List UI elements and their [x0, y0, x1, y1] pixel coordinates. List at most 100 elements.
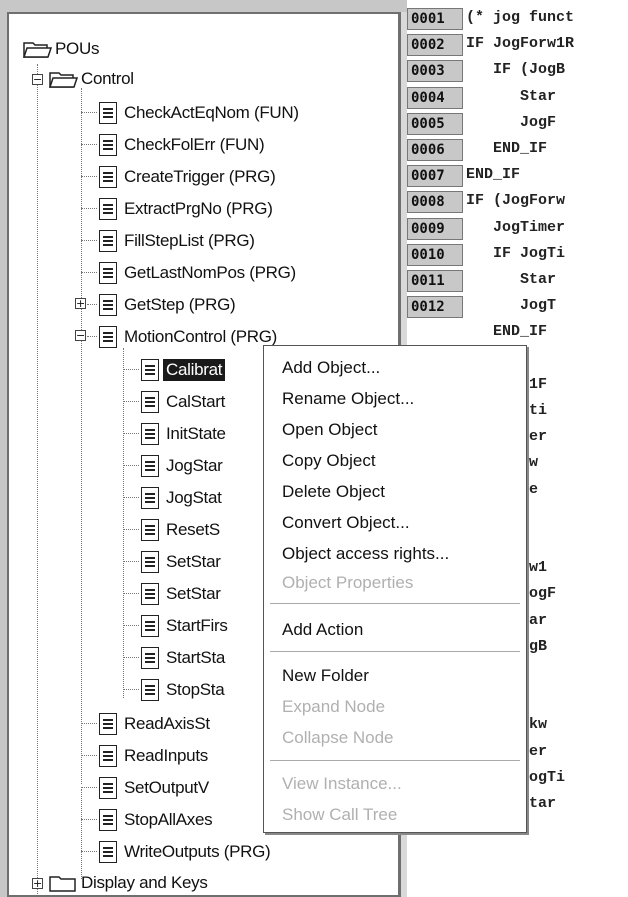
- code-line[interactable]: JogF: [466, 111, 556, 135]
- tree-item[interactable]: CheckActEqNom (FUN): [99, 100, 299, 126]
- document-icon: [99, 745, 117, 767]
- tree-item[interactable]: ReadAxisSt: [99, 711, 210, 737]
- line-number: 0007: [407, 165, 463, 187]
- open-folder-icon: [23, 40, 53, 58]
- code-line[interactable]: JogT: [466, 294, 556, 318]
- document-icon: [141, 679, 159, 701]
- menu-item-rename-object[interactable]: Rename Object...: [282, 389, 414, 409]
- collapse-toggle[interactable]: −: [32, 74, 43, 85]
- document-icon: [99, 777, 117, 799]
- document-icon: [141, 359, 159, 381]
- menu-item-object-properties[interactable]: Object Properties: [282, 573, 413, 593]
- tree-item[interactable]: StopAllAxes: [99, 807, 213, 833]
- tree-connector: [123, 625, 139, 626]
- tree-item[interactable]: GetLastNomPos (PRG): [99, 260, 296, 286]
- tree-item[interactable]: ExtractPrgNo (PRG): [99, 196, 273, 222]
- tree-connector: [81, 272, 97, 273]
- line-number: 0003: [407, 60, 463, 82]
- context-menu: Add Object... Rename Object... Open Obje…: [263, 345, 527, 833]
- tree-item[interactable]: ReadInputs: [99, 743, 208, 769]
- menu-item-new-folder[interactable]: New Folder: [282, 666, 369, 686]
- tree-connector: [81, 787, 97, 788]
- tree-item[interactable]: GetStep (PRG): [99, 292, 236, 318]
- menu-item-expand-node[interactable]: Expand Node: [282, 697, 385, 717]
- menu-item-collapse-node[interactable]: Collapse Node: [282, 728, 394, 748]
- tree-item[interactable]: FillStepList (PRG): [99, 228, 255, 254]
- tree-item[interactable]: CreateTrigger (PRG): [99, 164, 276, 190]
- tree-connector: [81, 851, 97, 852]
- line-number: 0005: [407, 113, 463, 135]
- menu-item-add-object[interactable]: Add Object...: [282, 358, 380, 378]
- menu-item-add-action[interactable]: Add Action: [282, 620, 363, 640]
- document-icon: [141, 423, 159, 445]
- tree-connector: [123, 689, 139, 690]
- tree-connector: [81, 176, 97, 177]
- menu-item-show-call-tree[interactable]: Show Call Tree: [282, 805, 397, 825]
- menu-item-view-instance[interactable]: View Instance...: [282, 774, 402, 794]
- document-icon: [99, 713, 117, 735]
- tree-connector: [81, 144, 97, 145]
- code-line[interactable]: IF (JogB: [466, 58, 565, 82]
- tree-item[interactable]: WriteOutputs (PRG): [99, 839, 271, 865]
- line-number: 0011: [407, 270, 463, 292]
- code-line[interactable]: IF JogForw1R: [466, 32, 574, 56]
- document-icon: [141, 455, 159, 477]
- code-line[interactable]: Star: [466, 85, 556, 109]
- tree-action-item[interactable]: ResetS: [141, 517, 220, 543]
- menu-item-object-access-rights[interactable]: Object access rights...: [282, 544, 449, 564]
- tree-folder-control[interactable]: Control: [49, 66, 134, 92]
- document-icon: [141, 551, 159, 573]
- tree-item[interactable]: SetOutputV: [99, 775, 209, 801]
- menu-item-delete-object[interactable]: Delete Object: [282, 482, 385, 502]
- document-icon: [141, 391, 159, 413]
- code-line[interactable]: IF (JogForw: [466, 189, 565, 213]
- line-number: 0002: [407, 34, 463, 56]
- document-icon: [99, 166, 117, 188]
- expand-toggle[interactable]: +: [32, 878, 43, 889]
- expand-toggle[interactable]: +: [75, 298, 86, 309]
- tree-item-motioncontrol[interactable]: MotionControl (PRG): [99, 324, 277, 350]
- tree-folder-display[interactable]: Display and Keys: [49, 870, 208, 895]
- tree-action-item[interactable]: StartSta: [141, 645, 225, 671]
- document-icon: [141, 647, 159, 669]
- tree-action-item[interactable]: CalStart: [141, 389, 225, 415]
- tree-action-item[interactable]: StartFirs: [141, 613, 228, 639]
- document-icon: [141, 615, 159, 637]
- tree-connector: [37, 64, 38, 894]
- tree-connector: [123, 401, 139, 402]
- tree-action-item-selected[interactable]: Calibrat: [141, 357, 226, 383]
- tree-connector: [81, 789, 82, 879]
- code-line[interactable]: END_IF: [466, 163, 520, 187]
- menu-item-convert-object[interactable]: Convert Object...: [282, 513, 410, 533]
- tree-action-item[interactable]: InitState: [141, 421, 226, 447]
- code-line[interactable]: Star: [466, 268, 556, 292]
- code-line[interactable]: (* jog funct: [466, 6, 574, 30]
- tree-action-item[interactable]: StopSta: [141, 677, 225, 703]
- document-icon: [99, 809, 117, 831]
- collapse-toggle[interactable]: −: [75, 330, 86, 341]
- tree-action-item[interactable]: JogStat: [141, 485, 222, 511]
- code-line[interactable]: END_IF: [466, 137, 547, 161]
- tree-action-item[interactable]: SetStar: [141, 581, 221, 607]
- menu-item-copy-object[interactable]: Copy Object: [282, 451, 376, 471]
- menu-item-open-object[interactable]: Open Object: [282, 420, 377, 440]
- tree-connector: [81, 723, 97, 724]
- code-line[interactable]: IF JogTi: [466, 242, 565, 266]
- tree-item[interactable]: CheckFolErr (FUN): [99, 132, 265, 158]
- line-number: 0001: [407, 8, 463, 30]
- tree-action-item[interactable]: JogStar: [141, 453, 223, 479]
- menu-separator: [270, 760, 520, 762]
- tree-connector: [81, 112, 97, 113]
- tree-root-pous[interactable]: POUs: [23, 36, 99, 62]
- tree-connector: [123, 433, 139, 434]
- document-icon: [99, 326, 117, 348]
- code-line[interactable]: JogTimer: [466, 216, 565, 240]
- code-line[interactable]: END_IF: [466, 320, 547, 344]
- line-number: 0008: [407, 191, 463, 213]
- document-icon: [141, 487, 159, 509]
- tree-connector: [123, 593, 139, 594]
- document-icon: [99, 134, 117, 156]
- tree-action-item[interactable]: SetStar: [141, 549, 221, 575]
- open-folder-icon: [49, 70, 79, 88]
- line-number: 0010: [407, 244, 463, 266]
